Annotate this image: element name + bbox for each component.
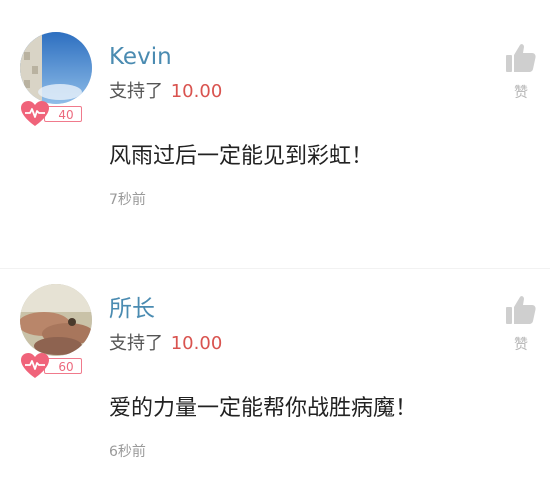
avatar[interactable] [20,284,92,356]
comment-timestamp: 6秒前 [109,444,146,460]
like-button[interactable]: 赞 [503,42,539,102]
thumbs-up-icon [506,44,536,72]
level-badge: 60 [20,353,84,378]
hands-photo-avatar-icon [20,284,92,356]
comment-list: 40 Kevin 支持了 10.00 赞 风雨过后一定能见到彩虹！ 7秒前 60… [0,0,550,493]
sky-photo-avatar-icon [20,32,92,104]
support-amount: 10.00 [170,333,223,354]
like-label: 赞 [514,85,528,101]
username[interactable]: Kevin [109,42,172,72]
heart-pulse-icon [21,101,49,126]
avatar-group[interactable]: 60 [20,284,94,378]
divider [0,268,550,269]
heart-pulse-icon [21,353,49,378]
level-badge: 40 [20,101,84,126]
username[interactable]: 所长 [109,294,155,324]
support-amount: 10.00 [170,81,223,102]
comment-timestamp: 7秒前 [109,192,146,208]
thumbs-up-icon [506,296,536,324]
support-info: 支持了 10.00 [109,80,222,104]
comment-text: 爱的力量一定能帮你战胜病魔！ [109,396,418,421]
avatar-group[interactable]: 40 [20,32,94,126]
like-label: 赞 [514,337,528,353]
comment-text: 风雨过后一定能见到彩虹！ [109,144,374,169]
support-info: 支持了 10.00 [109,332,222,356]
avatar[interactable] [20,32,92,104]
support-text: 支持了 [109,81,163,102]
like-button[interactable]: 赞 [503,294,539,354]
support-text: 支持了 [109,333,163,354]
